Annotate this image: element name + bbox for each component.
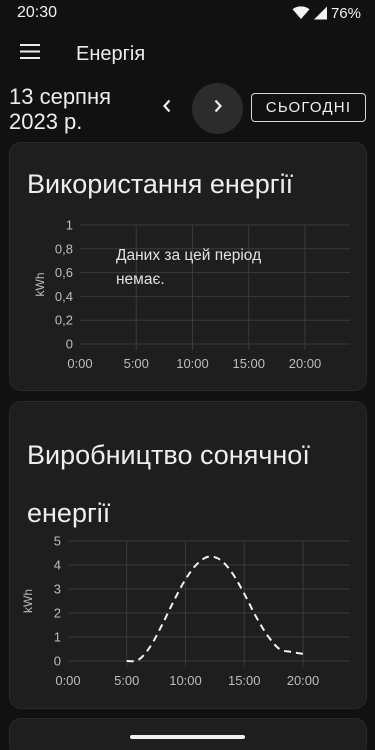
- solar-x-tick-label: 0:00: [55, 673, 80, 688]
- wifi-icon: [292, 6, 310, 20]
- date-navigation: 13 серпня 2023 р. СЬОГОДНІ: [0, 82, 375, 136]
- today-button[interactable]: СЬОГОДНІ: [251, 93, 366, 122]
- usage-y-tick-label: 0,6: [55, 265, 73, 280]
- usage-y-tick-label: 0,8: [55, 241, 73, 256]
- app-bar: Енергія: [0, 26, 375, 82]
- date-line-1: 13 серпня: [9, 84, 112, 109]
- solar-series-line: [126, 555, 304, 663]
- usage-y-axis-label: kWh: [33, 273, 47, 297]
- solar-production-chart: 0 1 2 3 4 5 0:00 5:00 10:00 15:00 20:00 kWh: [21, 534, 350, 688]
- chevron-left-icon: [162, 99, 172, 118]
- solar-y-tick-label: 3: [54, 582, 61, 597]
- usage-x-tick-label: 10:00: [176, 356, 209, 371]
- solar-x-tick-label: 5:00: [114, 673, 139, 688]
- chevron-right-icon: [213, 99, 223, 118]
- usage-y-tick-label: 1: [66, 218, 73, 233]
- next-card: [9, 718, 367, 750]
- usage-x-tick-label: 20:00: [289, 356, 322, 371]
- page-title: Енергія: [76, 42, 146, 65]
- usage-y-tick-label: 0,4: [55, 289, 73, 304]
- menu-icon: [20, 44, 40, 64]
- solar-production-card: Виробництво сонячної енергії 0 1 2 3 4 5 0:00 5…: [9, 401, 367, 709]
- solar-y-tick-label: 4: [54, 558, 61, 573]
- status-icons: 76%: [292, 5, 361, 22]
- solar-y-axis-label: kWh: [21, 589, 35, 613]
- usage-x-tick-label: 15:00: [232, 356, 265, 371]
- next-day-button[interactable]: [192, 83, 243, 134]
- solar-y-tick-label: 5: [54, 534, 61, 549]
- solar-y-tick-label: 1: [54, 630, 61, 645]
- solar-y-tick-label: 2: [54, 606, 61, 621]
- status-bar: 20:30 76%: [0, 0, 375, 26]
- usage-y-tick-label: 0,2: [55, 313, 73, 328]
- battery-percent: 76%: [330, 4, 361, 22]
- date-line-2: 2023 р.: [9, 109, 83, 134]
- signal-icon: [313, 6, 328, 20]
- selected-date: 13 серпня 2023 р.: [9, 84, 111, 134]
- gesture-nav-handle[interactable]: [130, 735, 245, 739]
- solar-y-tick-label: 0: [54, 654, 61, 669]
- previous-day-button[interactable]: [150, 86, 184, 130]
- solar-x-tick-label: 15:00: [228, 673, 261, 688]
- menu-button[interactable]: [0, 26, 60, 82]
- usage-y-tick-label: 0: [66, 337, 73, 352]
- no-data-message: Даних за цей період немає.: [116, 247, 262, 288]
- energy-usage-card: Використання енергії 0 0,2 0,4 0,6 0,8 1 0:00 5…: [9, 142, 367, 391]
- status-time: 20:30: [17, 4, 58, 21]
- solar-x-tick-label: 10:00: [169, 673, 202, 688]
- usage-x-tick-label: 5:00: [124, 356, 149, 371]
- solar-x-tick-label: 20:00: [287, 673, 320, 688]
- usage-x-tick-label: 0:00: [67, 356, 92, 371]
